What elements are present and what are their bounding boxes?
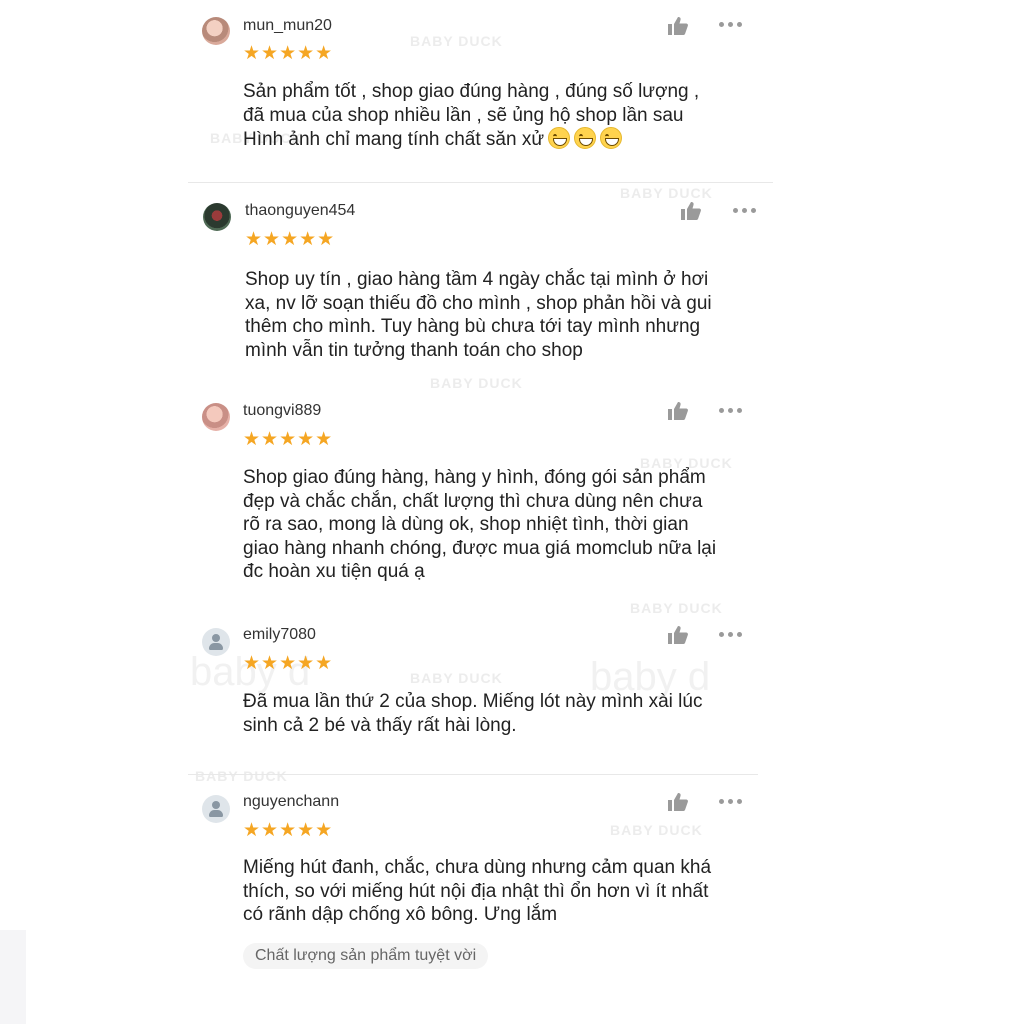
star-rating: ★★★★★ xyxy=(243,429,334,450)
review-text: Shop uy tín , giao hàng tầm 4 ngày chắc … xyxy=(245,269,712,361)
star-rating: ★★★★★ xyxy=(243,820,334,841)
username[interactable]: emily7080 xyxy=(243,626,316,644)
default-avatar-icon[interactable] xyxy=(202,628,230,656)
more-options-icon[interactable] xyxy=(719,632,743,638)
review-text: Miếng hút đanh, chắc, chưa dùng nhưng cả… xyxy=(243,857,712,925)
thumbs-up-icon[interactable] xyxy=(667,16,689,36)
thumbs-up-icon[interactable] xyxy=(680,201,702,221)
username[interactable]: mun_mun20 xyxy=(243,17,332,35)
username[interactable]: nguyenchann xyxy=(243,793,339,811)
more-options-icon[interactable] xyxy=(719,408,743,414)
divider xyxy=(188,182,773,183)
thumbs-up-icon[interactable] xyxy=(667,401,689,421)
grinning-face-emoji xyxy=(548,127,571,149)
review-list-screenshot: BABY DUCK BABY DUCK BABY DUCK BABY DUCK … xyxy=(0,0,1024,1024)
star-rating: ★★★★★ xyxy=(243,43,334,64)
avatar[interactable] xyxy=(203,203,231,231)
star-rating: ★★★★★ xyxy=(245,229,336,250)
more-options-icon[interactable] xyxy=(719,799,743,805)
review-text: Sản phẩm tốt , shop giao đúng hàng , đún… xyxy=(243,81,700,150)
more-options-icon[interactable] xyxy=(733,208,757,214)
thumbs-up-icon[interactable] xyxy=(667,792,689,812)
review-text: Shop giao đúng hàng, hàng y hình, đóng g… xyxy=(243,467,717,582)
avatar[interactable] xyxy=(202,17,230,45)
divider xyxy=(188,774,758,775)
watermark: BABY DUCK xyxy=(630,600,723,616)
grinning-face-emoji xyxy=(574,127,597,149)
star-rating: ★★★★★ xyxy=(243,653,334,674)
thumbs-up-icon[interactable] xyxy=(667,625,689,645)
default-avatar-icon[interactable] xyxy=(202,795,230,823)
watermark: BABY DUCK xyxy=(430,375,523,391)
username[interactable]: tuongvi889 xyxy=(243,402,321,420)
avatar[interactable] xyxy=(202,403,230,431)
more-options-icon[interactable] xyxy=(719,22,743,28)
grinning-face-emoji xyxy=(600,127,623,149)
review-tag-chip[interactable]: Chất lượng sản phẩm tuyệt vời xyxy=(243,943,489,969)
watermark: BABY DUCK xyxy=(620,185,713,201)
watermark: BABY DUCK xyxy=(410,33,503,49)
username[interactable]: thaonguyen454 xyxy=(245,202,355,220)
watermark: BABY DUCK xyxy=(610,822,703,838)
watermark: BABY DUCK xyxy=(195,768,288,784)
watermark: BABY DUCK xyxy=(410,670,503,686)
side-strip xyxy=(0,930,26,1024)
review-text: Đã mua lần thứ 2 của shop. Miếng lót này… xyxy=(243,691,703,736)
